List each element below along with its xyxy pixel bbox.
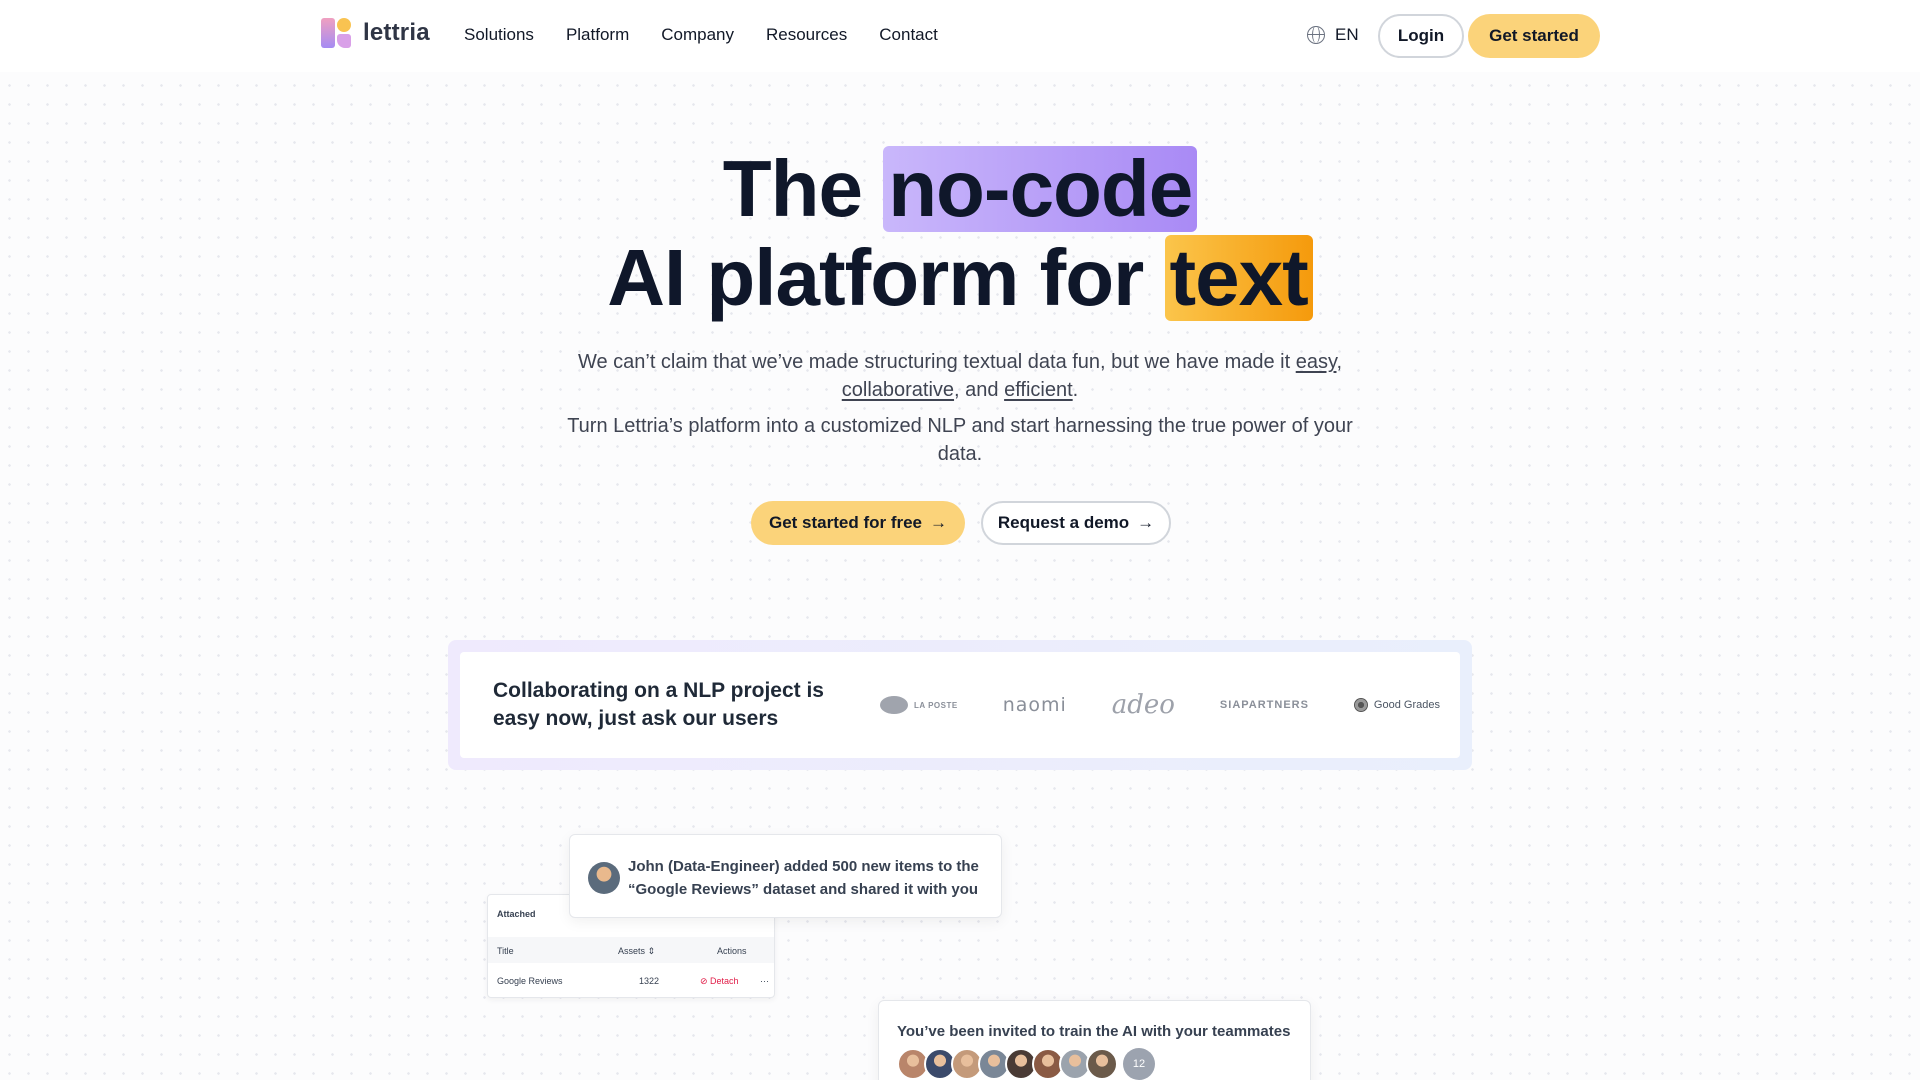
siapartners-logo: SIAPARTNERS xyxy=(1219,699,1309,711)
naomi-logo: naomi xyxy=(1002,694,1067,716)
top-navigation: lettria Solutions Platform Company Resou… xyxy=(0,0,1920,72)
menu-item-solutions[interactable]: Solutions xyxy=(464,25,534,45)
more-icon[interactable]: ··· xyxy=(760,976,769,986)
subtitle-and: , and xyxy=(954,379,999,401)
menu-item-contact[interactable]: Contact xyxy=(879,25,938,45)
users-banner-inner: Collaborating on a NLP project is easy n… xyxy=(460,652,1460,758)
users-banner-text: Collaborating on a NLP project is easy n… xyxy=(493,679,824,730)
hero-subtitle-2: Turn Lettria’s platform into a customize… xyxy=(567,415,1353,465)
link-collaborative[interactable]: collaborative xyxy=(842,379,954,401)
notification-text: John (Data-Engineer) added 500 new items… xyxy=(628,858,979,898)
menu-item-platform[interactable]: Platform xyxy=(566,25,629,45)
get-started-free-button[interactable]: Get started for free → xyxy=(751,501,965,545)
menu-item-company[interactable]: Company xyxy=(661,25,734,45)
laposte-logo: LA POSTE xyxy=(880,696,958,714)
teammate-avatars: 12 xyxy=(897,1048,1155,1080)
language-label: EN xyxy=(1335,25,1359,44)
language-selector[interactable]: EN xyxy=(1307,25,1359,45)
arrow-right-icon: → xyxy=(930,513,948,532)
hero-highlight-text: text xyxy=(1164,235,1313,321)
logo-text: lettria xyxy=(363,19,430,46)
lettria-logo[interactable]: lettria xyxy=(321,18,430,48)
lettria-logo-icon xyxy=(321,18,351,48)
row-assets: 1322 xyxy=(639,976,660,986)
col-assets[interactable]: Assets ⇕ xyxy=(618,946,655,957)
hero-title-prefix-2: AI platform for xyxy=(607,233,1144,322)
login-button[interactable]: Login xyxy=(1378,14,1464,58)
good-grades-icon xyxy=(1353,698,1368,712)
notification-card: John (Data-Engineer) added 500 new items… xyxy=(569,834,1002,918)
adeo-logo: adeo xyxy=(1111,690,1175,720)
col-actions: Actions xyxy=(717,946,747,956)
cta-primary-label: Get started for free xyxy=(768,513,923,532)
hero-title-line-2: AI platform for text xyxy=(0,233,1920,323)
invite-card: You’ve been invited to train the AI with… xyxy=(878,1000,1311,1080)
hero-subtitle-1: We can’t claim that we’ve made structuri… xyxy=(577,351,1343,401)
attached-table-header: Title Assets ⇕ Actions xyxy=(488,937,774,963)
arrow-right-icon: → xyxy=(1137,513,1155,532)
link-efficient[interactable]: efficient xyxy=(1004,379,1073,401)
good-grades-logo: Good Grades xyxy=(1353,698,1440,712)
avatar xyxy=(1086,1048,1118,1080)
subtitle-text: We can’t claim that we’ve made structuri… xyxy=(577,351,1291,373)
col-title: Title xyxy=(497,946,514,956)
get-started-button[interactable]: Get started xyxy=(1468,14,1600,58)
menu-item-resources[interactable]: Resources xyxy=(766,25,847,45)
invite-text: You’ve been invited to train the AI with… xyxy=(897,1023,1291,1040)
hero-highlight-no-code: no-code xyxy=(883,146,1198,232)
hero-title-prefix-1: The xyxy=(722,144,863,233)
row-title: Google Reviews xyxy=(497,976,563,986)
globe-icon xyxy=(1307,26,1325,44)
cta-secondary-label: Request a demo xyxy=(997,513,1130,532)
detach-button[interactable]: ⊘ Detach xyxy=(700,976,739,987)
attached-title: Attached xyxy=(497,909,536,919)
request-demo-button[interactable]: Request a demo → xyxy=(981,501,1171,545)
hero-title-line-1: The no-code xyxy=(0,144,1920,234)
users-banner: Collaborating on a NLP project is easy n… xyxy=(448,640,1472,770)
table-row: Google Reviews 1322 ⊘ Detach ··· xyxy=(488,967,774,993)
main-menu: Solutions Platform Company Resources Con… xyxy=(464,25,970,45)
customer-logos: LA POSTE naomi adeo SIAPARTNERS Good Gra… xyxy=(880,690,1440,720)
link-easy[interactable]: easy xyxy=(1296,351,1337,373)
avatar xyxy=(588,862,620,894)
avatar-count-badge: 12 xyxy=(1123,1048,1155,1080)
laposte-icon xyxy=(880,696,908,714)
